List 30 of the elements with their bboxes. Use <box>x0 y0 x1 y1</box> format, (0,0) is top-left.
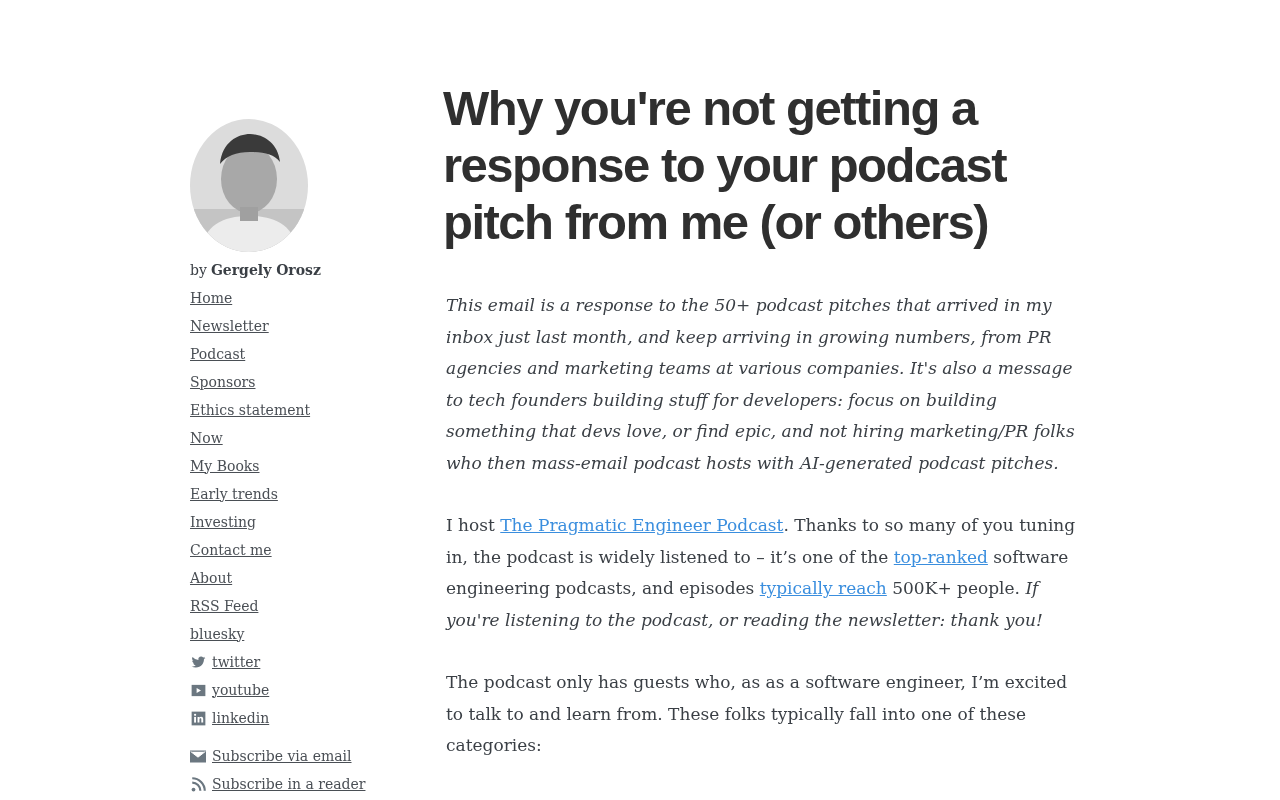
nav-link[interactable]: Home <box>190 287 233 309</box>
article-paragraph: The podcast only has guests who, as as a software engineer, I’m excited to talk to and learn from. These folks typically fall into one of these categories: <box>446 671 1069 757</box>
byline-prefix: by <box>190 260 207 280</box>
nav-link[interactable]: Subscribe in a reader <box>212 773 366 795</box>
nav-link[interactable]: Podcast <box>190 343 246 365</box>
article-paragraph: This email is a response to the 50+ podcast pitches that arrived in my inbox just last month, and keep arriving in growing numbers, from PR agencies and marketing teams at various companies. It's also a message to tech founders building stuff for developers: focus on building something that devs love, or find epic, and not hiring marketing/PR folks who then mass-email podcast hosts with AI-generated podcast pitches. <box>446 294 1076 475</box>
nav-link[interactable]: Ethics statement <box>190 399 311 421</box>
nav-link[interactable]: linkedin <box>212 707 270 729</box>
nav-link[interactable]: twitter <box>212 651 261 673</box>
nav-link[interactable]: Contact me <box>190 539 272 561</box>
nav-link[interactable]: RSS Feed <box>190 595 259 617</box>
nav-link[interactable]: Now <box>190 427 223 449</box>
nav-link[interactable]: My Books <box>190 455 260 477</box>
nav-link[interactable]: bluesky <box>190 623 245 645</box>
linkedin-icon <box>190 710 206 726</box>
play-icon <box>190 682 206 698</box>
nav-link[interactable]: Subscribe via email <box>212 745 352 767</box>
author-name: Gergely Orosz <box>210 260 321 280</box>
nav-link[interactable]: Newsletter <box>190 315 269 337</box>
nav-link[interactable]: About <box>190 567 233 589</box>
nav-link[interactable]: Investing <box>190 511 256 533</box>
inline-link[interactable]: typically reach <box>759 578 887 598</box>
article-paragraph: I host The Pragmatic Engineer Podcast. Thanks to so many of you tuning in, the podcast is widely listened to – it’s one of the top-ranked software engineering podcasts, and episodes typically reach 500K+ people. If you're listening to the podcast, or reading the newsletter: thank you! <box>446 514 1077 632</box>
rss-icon <box>190 776 206 792</box>
nav-link[interactable]: youtube <box>212 679 270 701</box>
article-title: Why you're not getting a response to your podcast pitch from me (or others) <box>443 80 1008 251</box>
envelope-icon <box>190 749 206 763</box>
nav-link[interactable]: Sponsors <box>190 371 256 393</box>
bird-icon <box>190 654 206 670</box>
nav-link[interactable]: Early trends <box>190 483 278 505</box>
